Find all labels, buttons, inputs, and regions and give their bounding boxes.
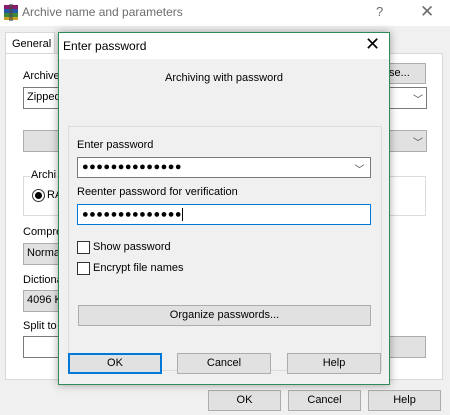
organize-passwords-button[interactable]: Organize passwords...	[78, 305, 371, 326]
dictionary-label: Dictiona	[23, 274, 63, 286]
profiles-dropdown[interactable]: ﹀	[388, 130, 427, 152]
archive-name-field[interactable]: Zipped	[23, 87, 63, 109]
reenter-password-value: ●●●●●●●●●●●●●●	[82, 208, 183, 221]
chevron-down-icon: ﹀	[413, 95, 423, 106]
chevron-down-icon[interactable]: ﹀	[355, 161, 366, 176]
encrypt-file-names-checkbox[interactable]	[77, 262, 90, 275]
enter-password-dialog: Enter password ✕ Archiving with password…	[58, 32, 390, 385]
reenter-password-label: Reenter password for verification	[77, 186, 238, 198]
winrar-icon	[4, 4, 18, 21]
encrypt-file-names-label: Encrypt file names	[93, 262, 184, 274]
split-volumes-label: Split to	[23, 320, 57, 332]
dialog-cancel-button[interactable]: Cancel	[177, 353, 271, 374]
update-mode-dropdown[interactable]: ﹀	[388, 87, 427, 109]
archive-name-label: Archive	[23, 70, 60, 82]
dialog-ok-button[interactable]: OK	[68, 353, 162, 374]
background-cancel-button[interactable]: Cancel	[288, 390, 361, 411]
enter-password-value: ●●●●●●●●●●●●●●	[82, 161, 183, 173]
dictionary-dropdown[interactable]: 4096 K	[23, 290, 63, 312]
compression-dropdown[interactable]: Norma	[23, 243, 63, 265]
show-password-checkbox[interactable]	[77, 241, 90, 254]
background-help-button[interactable]: Help	[368, 390, 441, 411]
set-password-button-partial[interactable]	[388, 336, 426, 358]
chevron-down-icon: ﹀	[413, 138, 423, 149]
dialog-help-button[interactable]: Help	[287, 353, 381, 374]
enter-password-input[interactable]: ●●●●●●●●●●●●●● ﹀	[77, 157, 371, 178]
browse-button[interactable]: se...	[388, 63, 426, 84]
split-volumes-field[interactable]	[23, 336, 63, 358]
profiles-button[interactable]	[23, 130, 63, 152]
compression-label: Compre	[23, 226, 63, 238]
radio-dot	[35, 192, 42, 199]
tab-general[interactable]: General	[5, 32, 55, 54]
radio-rar[interactable]	[32, 189, 45, 202]
dialog-subtitle: Archiving with password	[165, 72, 283, 84]
background-ok-button[interactable]: OK	[208, 390, 281, 411]
enter-password-label: Enter password	[77, 139, 154, 151]
background-window-title: Archive name and parameters	[22, 5, 183, 19]
archive-format-label: Archi	[30, 169, 58, 181]
reenter-password-input[interactable]: ●●●●●●●●●●●●●●	[77, 204, 371, 225]
dialog-title: Enter password	[63, 39, 147, 53]
dialog-close-icon[interactable]: ✕	[365, 34, 380, 55]
text-caret	[182, 208, 184, 221]
show-password-label: Show password	[93, 241, 171, 253]
background-close-icon[interactable]: ✕	[420, 2, 434, 22]
background-help-icon[interactable]: ?	[376, 4, 383, 19]
archive-format-group-right	[388, 176, 426, 216]
